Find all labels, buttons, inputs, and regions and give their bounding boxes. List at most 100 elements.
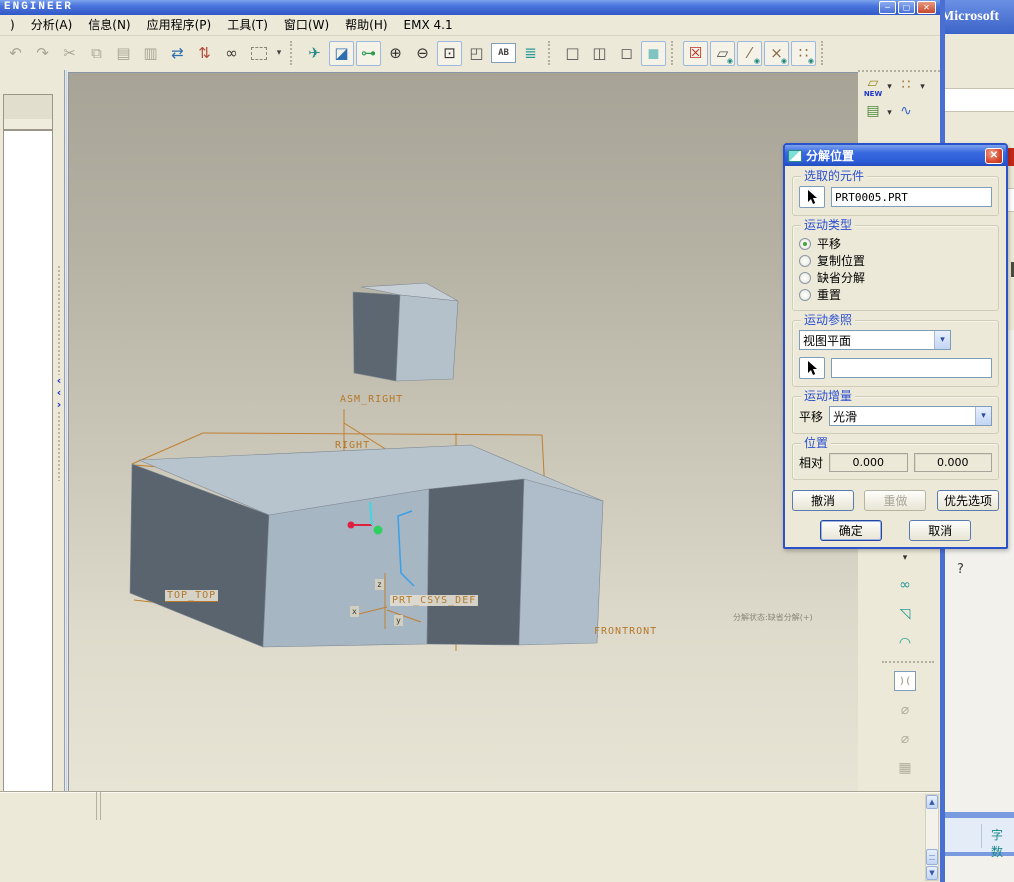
radio-copy-position[interactable]: 复制位置 [799, 252, 992, 269]
menu-applications[interactable]: 应用程序(P) [139, 15, 220, 35]
select-box-icon[interactable] [246, 41, 271, 66]
pattern-icon[interactable]: ▦ [894, 758, 916, 778]
sash-grip[interactable] [56, 411, 62, 481]
radio-reset[interactable]: 重置 [799, 286, 992, 303]
maximize-button[interactable]: ▢ [898, 1, 915, 14]
explode-status-text: 分解状态:缺省分解(+) [733, 613, 813, 622]
cancel-button[interactable]: 取消 [909, 520, 972, 541]
motion-reference-select[interactable]: 视图平面 ▾ [799, 330, 951, 350]
sketch-icon[interactable]: ∿ [895, 101, 917, 121]
radio-translate[interactable]: 平移 [799, 235, 992, 252]
label-asm-right[interactable]: ASM_RIGHT [340, 394, 403, 405]
find-icon[interactable]: ∞ [219, 41, 244, 66]
wireframe-icon[interactable]: □ [560, 41, 585, 66]
reference-input[interactable] [831, 358, 992, 378]
scroll-thumb[interactable] [926, 849, 938, 865]
selected-component-input[interactable] [831, 187, 992, 207]
message-scrollbar[interactable]: ▲ ▼ [925, 794, 939, 881]
model-tree-panel[interactable] [3, 130, 53, 792]
select-reference-button[interactable] [799, 357, 825, 379]
plane-display-icon[interactable]: ▱ ◉ [710, 40, 735, 66]
round-icon[interactable]: )( [894, 671, 916, 691]
caret-icon[interactable]: ▾ [884, 101, 895, 121]
datum-planes-toggle-icon[interactable]: ☒ [683, 40, 708, 66]
saved-views-icon[interactable]: AB [491, 43, 516, 63]
window-title: ENGINEER [4, 1, 73, 13]
preferences-button[interactable]: 优先选项 [936, 490, 999, 511]
message-divider [96, 792, 101, 820]
chevron-down-icon[interactable]: ▾ [975, 407, 991, 425]
datum-plane-new-icon[interactable]: ▱ NEW [862, 75, 884, 98]
menu-window[interactable]: 窗口(W) [276, 15, 337, 35]
csys-display-icon[interactable]: × ◉ [764, 40, 789, 66]
spin-center-icon[interactable]: ⊶ [356, 40, 381, 66]
zoom-out-icon[interactable]: ⊖ [410, 41, 435, 66]
caret-icon[interactable]: ▾ [900, 546, 911, 566]
extrude-icon[interactable]: ◹ [894, 604, 916, 624]
style-icon[interactable]: ∞ [894, 575, 916, 595]
glyph: ▾ [920, 82, 925, 92]
glyph: ✂ [63, 44, 76, 62]
dialog-close-button[interactable]: ✕ [985, 147, 1003, 164]
menu-info[interactable]: 信息(N) [80, 15, 138, 35]
shaded-icon[interactable]: ◼ [641, 40, 666, 66]
layers-icon[interactable]: ≣ [518, 41, 543, 66]
select-component-button[interactable] [799, 186, 825, 208]
scroll-down-button[interactable]: ▼ [926, 866, 938, 880]
repaint-icon[interactable]: ◪ [329, 40, 354, 66]
menu-tools[interactable]: 工具(T) [219, 15, 276, 35]
explode-position-dialog: 分解位置 ✕ 选取的元件 运动类型 平移 [783, 143, 1008, 549]
menu-help[interactable]: 帮助(H) [337, 15, 395, 35]
caret-icon[interactable]: ▾ [884, 75, 895, 95]
revolve-icon[interactable]: ◠ [894, 633, 916, 653]
expand-right-icon[interactable]: › [57, 399, 62, 411]
caret-icon[interactable]: ▾ [917, 75, 928, 95]
menu-emx[interactable]: EMX 4.1 [396, 15, 461, 35]
dialog-title: 分解位置 [806, 149, 855, 163]
zoom-in-icon[interactable]: ⊕ [383, 41, 408, 66]
no-hidden-icon[interactable]: ◻ [614, 41, 639, 66]
background-toolbar [945, 34, 1014, 88]
shell-icon[interactable]: ⌀ [894, 729, 916, 749]
label-top-top[interactable]: TOP_TOP [165, 590, 219, 602]
label-right[interactable]: RIGHT [335, 440, 370, 451]
points-display-icon[interactable]: ∷ ◉ [791, 40, 816, 66]
menu-clipped[interactable]: ) [2, 15, 23, 35]
label-frontront[interactable]: FRONTRONT [594, 626, 657, 637]
label-prt-csys-def[interactable]: PRT_CSYS_DEF [390, 595, 479, 606]
undo-icon[interactable]: ↶ [3, 41, 28, 66]
regenerate-manager-icon[interactable]: ⇅ [192, 41, 217, 66]
assembly-model[interactable] [129, 444, 604, 648]
regenerate-icon[interactable]: ⇄ [165, 41, 190, 66]
fly-through-icon[interactable]: ✈ [302, 41, 327, 66]
glyph: ◼ [647, 44, 660, 62]
paste-icon[interactable]: ▤ [111, 41, 136, 66]
redo-button[interactable]: 重做 [864, 490, 927, 511]
cut-icon[interactable]: ✂ [57, 41, 82, 66]
undo-button[interactable]: 撤消 [792, 490, 854, 511]
component-prt0005[interactable] [352, 282, 459, 382]
increment-select[interactable]: 光滑 ▾ [829, 406, 992, 426]
minimize-button[interactable]: ─ [879, 1, 896, 14]
copy-icon[interactable]: ⧉ [84, 41, 109, 66]
select-caret-icon[interactable]: ▾ [273, 41, 285, 66]
reorient-icon[interactable]: ◰ [464, 41, 489, 66]
hidden-line-icon[interactable]: ◫ [587, 41, 612, 66]
zoom-fit-icon[interactable]: ⊡ [437, 40, 462, 66]
datum-display-icon[interactable]: ▤ [862, 101, 884, 121]
hole-icon[interactable]: ⌀ [894, 700, 916, 720]
axis-display-icon[interactable]: ⁄ ◉ [737, 40, 762, 66]
redo-icon[interactable]: ↷ [30, 41, 55, 66]
ok-button[interactable]: 确定 [819, 520, 882, 541]
close-button[interactable]: ✕ [917, 1, 936, 14]
radio-default-explode[interactable]: 缺省分解 [799, 269, 992, 286]
paste-special-icon[interactable]: ▥ [138, 41, 163, 66]
scroll-up-button[interactable]: ▲ [926, 795, 938, 809]
menu-analysis[interactable]: 分析(A) [23, 15, 81, 35]
graphics-viewport[interactable]: ASM_RIGHT RIGHT TOP_TOP PRT_CSYS_DEF FRO… [68, 72, 858, 791]
datum-point-icon[interactable]: ∷ [895, 75, 917, 95]
sash-grip[interactable] [56, 265, 62, 375]
panel-sash[interactable]: ‹ ‹ › [54, 70, 64, 791]
chevron-down-icon[interactable]: ▾ [934, 331, 950, 349]
glyph: ⧉ [91, 44, 102, 62]
